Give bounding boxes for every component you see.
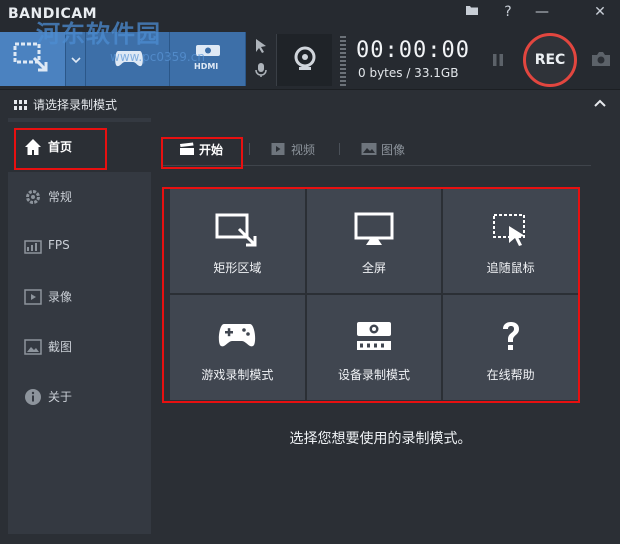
- tab-label: 视频: [291, 143, 316, 157]
- grid-icon: [14, 100, 27, 110]
- microphone-icon[interactable]: [253, 62, 269, 78]
- close-button[interactable]: ✕: [588, 2, 612, 22]
- mode-hint-text: 选择您想要使用的录制模式。: [289, 431, 472, 447]
- mode-header: 请选择录制模式: [0, 92, 620, 118]
- audio-level-meter: [340, 36, 346, 86]
- watermark-url: www.pc0359.cn: [110, 50, 205, 64]
- pause-icon[interactable]: [490, 52, 506, 68]
- info-icon: [25, 389, 41, 405]
- sidebar-item-label: 关于: [48, 390, 73, 404]
- sidebar-item-screenshot[interactable]: 截图: [8, 322, 151, 372]
- sidebar-item-general[interactable]: 常规: [8, 172, 151, 222]
- picture-icon: [361, 143, 377, 155]
- recording-timer: 00:00:00: [356, 38, 470, 63]
- collapse-chevron-icon[interactable]: [594, 98, 606, 108]
- header-title: 请选择录制模式: [33, 98, 118, 112]
- play-icon: [271, 143, 285, 155]
- video-icon: [24, 289, 42, 305]
- sidebar-item-label: 截图: [48, 340, 73, 354]
- sidebar-item-video[interactable]: 录像: [8, 272, 151, 322]
- tab-video[interactable]: 视频: [269, 136, 329, 162]
- tab-divider: [339, 143, 340, 155]
- webcam-button[interactable]: [276, 34, 332, 86]
- sidebar-item-label: FPS: [48, 238, 70, 252]
- file-size-readout: 0 bytes / 33.1GB: [358, 66, 459, 80]
- image-icon: [24, 339, 42, 355]
- sidebar-item-fps[interactable]: FPS: [8, 222, 151, 272]
- tab-image[interactable]: 图像: [359, 136, 419, 162]
- tab-label: 图像: [381, 143, 406, 157]
- screenshot-camera-icon[interactable]: [590, 50, 612, 68]
- sidebar: 首页 常规 FPS 录像 截图 关于: [8, 118, 151, 534]
- help-button[interactable]: ?: [496, 2, 520, 22]
- sidebar-item-label: 常规: [48, 190, 73, 204]
- toolbar: BANDICAM ? — ✕ HDMI 河东软件园 www.pc0359.cn: [0, 0, 620, 90]
- side-tools: [250, 34, 272, 86]
- sidebar-item-about[interactable]: 关于: [8, 372, 151, 422]
- highlight-box-mode-grid: [162, 187, 580, 403]
- fps-icon: [24, 240, 42, 254]
- minimize-button[interactable]: —: [530, 2, 554, 22]
- rec-button[interactable]: REC: [523, 33, 577, 87]
- sidebar-item-label: 录像: [48, 290, 73, 304]
- webcam-icon: [294, 46, 316, 70]
- highlight-box-home: [14, 128, 107, 170]
- watermark-text: 河东软件园: [36, 19, 161, 48]
- folder-icon[interactable]: [460, 2, 484, 22]
- tab-divider: [249, 143, 250, 155]
- highlight-box-start-tab: [161, 137, 243, 169]
- gear-icon: [26, 190, 40, 204]
- cursor-effect-icon[interactable]: [253, 38, 269, 54]
